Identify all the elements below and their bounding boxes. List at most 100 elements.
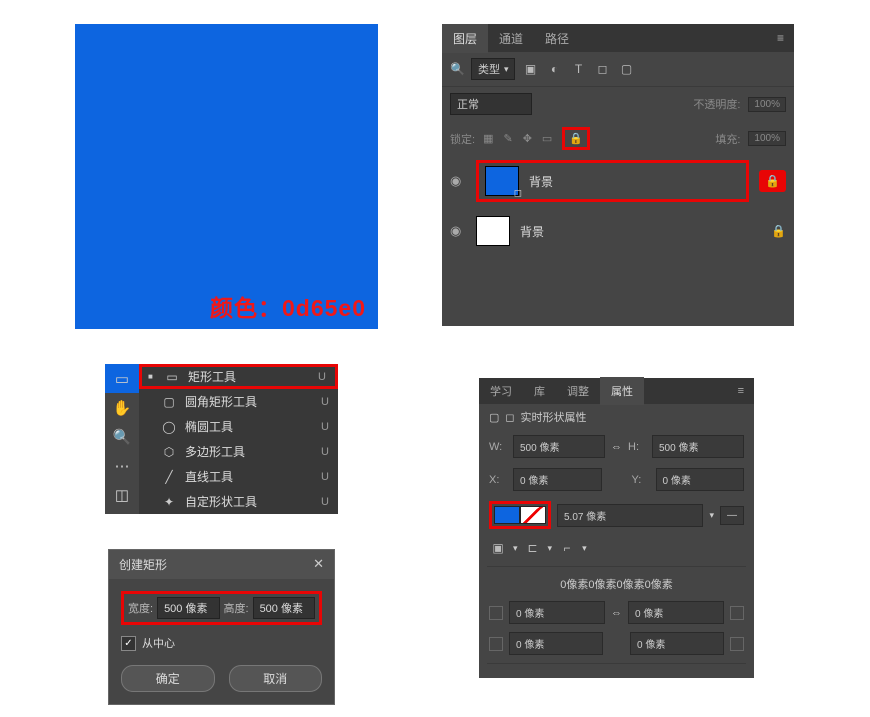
corner-br-input[interactable]: 0 像素 [630, 632, 724, 655]
filter-smart-icon[interactable]: ▢ [617, 60, 635, 78]
corner-br-checkbox[interactable] [730, 637, 744, 651]
rectangle-tool-slot[interactable]: ▭ [105, 364, 139, 393]
corner-bl-checkbox[interactable] [489, 637, 503, 651]
stroke-options-row: ▣ ▾ ⊏ ▾ ⌐ ▾ [479, 534, 754, 562]
properties-title: 实时形状属性 [521, 409, 587, 425]
visibility-icon[interactable]: ◉ [450, 173, 466, 189]
panel-tabs: 图层 通道 路径 ≡ [442, 24, 794, 52]
opacity-value[interactable]: 100% [748, 97, 786, 112]
corner-top-row: 0 像素 ⇔ 0 像素 [479, 597, 754, 628]
more-tools-slot[interactable]: ⋯ [105, 451, 139, 480]
rectangle-icon: ▭ [164, 370, 180, 384]
lock-all-icon[interactable]: 🔒 [562, 127, 590, 150]
cancel-button[interactable]: 取消 [229, 665, 323, 692]
y-input[interactable]: 0 像素 [656, 468, 745, 491]
corner-summary-row: 0像素0像素0像素0像素 [479, 571, 754, 597]
h-input[interactable]: 500 像素 [652, 435, 744, 458]
properties-title-row: ▢ ◻ 实时形状属性 [479, 404, 754, 430]
w-label: W: [489, 441, 507, 453]
from-center-label: 从中心 [142, 635, 175, 651]
filter-text-icon[interactable]: T [569, 60, 587, 78]
edit-toolbar-slot[interactable]: ◫ [105, 480, 139, 509]
fill-stroke-row: 5.07 像素 ▾ — [479, 496, 754, 534]
tool-rounded-rectangle[interactable]: ▢ 圆角矩形工具 U [139, 389, 338, 414]
size-row: W: 500 像素 ⇔ H: 500 像素 [479, 430, 754, 463]
properties-panel: 学习 库 调整 属性 ≡ ▢ ◻ 实时形状属性 W: 500 像素 ⇔ H: 5… [479, 378, 754, 678]
checkbox-icon[interactable]: ✓ [121, 636, 136, 651]
tool-key: U [318, 471, 332, 483]
x-input[interactable]: 0 像素 [513, 468, 602, 491]
tool-polygon[interactable]: ⬡ 多边形工具 U [139, 439, 338, 464]
lock-artboard-icon[interactable]: ▭ [542, 132, 552, 145]
blend-mode-select[interactable]: 正常 [450, 93, 532, 115]
lock-brush-icon[interactable]: ✎ [503, 132, 512, 145]
tool-line[interactable]: ╱ 直线工具 U [139, 464, 338, 489]
x-label: X: [489, 474, 507, 486]
panel-menu-icon[interactable]: ≡ [728, 385, 754, 397]
from-center-row[interactable]: ✓ 从中心 [121, 635, 322, 651]
tool-custom-shape[interactable]: ✦ 自定形状工具 U [139, 489, 338, 514]
ok-button[interactable]: 确定 [121, 665, 215, 692]
blend-mode-value: 正常 [457, 96, 479, 112]
link-wh-icon[interactable]: ⇔ [611, 441, 622, 453]
height-input[interactable]: 500 像素 [253, 597, 315, 619]
chevron-down-icon[interactable]: ▾ [709, 510, 714, 521]
fill-swatch[interactable] [494, 506, 520, 524]
corner-tl-input[interactable]: 0 像素 [509, 601, 605, 624]
filter-adjust-icon[interactable]: ◐ [545, 60, 563, 78]
zoom-tool-slot[interactable]: 🔍 [105, 422, 139, 451]
tab-channels[interactable]: 通道 [488, 24, 534, 53]
tool-column: ▭ ✋ 🔍 ⋯ ◫ [105, 364, 139, 514]
visibility-icon[interactable]: ◉ [450, 223, 466, 239]
tab-layers[interactable]: 图层 [442, 24, 488, 53]
tab-properties[interactable]: 属性 [600, 377, 644, 405]
tool-key: U [318, 396, 332, 408]
tab-paths[interactable]: 路径 [534, 24, 580, 53]
stroke-width-input[interactable]: 5.07 像素 [557, 504, 703, 527]
cap-icon[interactable]: ⊏ [524, 539, 542, 557]
tool-ellipse[interactable]: ◯ 椭圆工具 U [139, 414, 338, 439]
corner-bottom-row: 0 像素 0 像素 [479, 628, 754, 659]
corner-tr-checkbox[interactable] [730, 606, 744, 620]
tool-label: 圆角矩形工具 [185, 393, 310, 410]
fill-value[interactable]: 100% [748, 131, 786, 146]
tool-rectangle[interactable]: ■ ▭ 矩形工具 U [139, 364, 338, 389]
lock-pixels-icon[interactable]: ▦ [483, 132, 493, 145]
align-stroke-icon[interactable]: ▣ [489, 539, 507, 557]
corner-join-icon[interactable]: ⌐ [558, 539, 576, 557]
stroke-style-select[interactable]: — [720, 506, 744, 525]
corner-bl-input[interactable]: 0 像素 [509, 632, 603, 655]
shape-icon: ▢ [489, 411, 499, 424]
tool-key: U [315, 371, 329, 383]
tab-learn[interactable]: 学习 [479, 377, 523, 405]
tool-label: 矩形工具 [188, 368, 307, 385]
close-icon[interactable]: ✕ [313, 556, 324, 573]
layer-row[interactable]: ◉ 背景 🔒 [442, 156, 794, 206]
lock-icon[interactable]: 🔒 [765, 174, 780, 188]
lock-move-icon[interactable]: ✥ [523, 132, 532, 145]
blend-row: 正常 不透明度: 100% [442, 87, 794, 121]
w-input[interactable]: 500 像素 [513, 435, 605, 458]
layer-thumbnail [485, 166, 519, 196]
stroke-swatch[interactable] [520, 506, 546, 524]
tool-key: U [318, 446, 332, 458]
tool-label: 直线工具 [185, 468, 310, 485]
polygon-icon: ⬡ [161, 445, 177, 459]
filter-image-icon[interactable]: ▣ [521, 60, 539, 78]
tab-libraries[interactable]: 库 [523, 377, 556, 405]
corner-tl-checkbox[interactable] [489, 606, 503, 620]
y-label: Y: [632, 474, 650, 486]
panel-menu-icon[interactable]: ≡ [767, 31, 794, 45]
tab-adjustments[interactable]: 调整 [556, 377, 600, 405]
filter-type-select[interactable]: 类型 ▾ [471, 58, 516, 80]
filter-shape-icon[interactable]: ◻ [593, 60, 611, 78]
corner-tr-input[interactable]: 0 像素 [628, 601, 724, 624]
layer-thumbnail [476, 216, 510, 246]
hand-tool-slot[interactable]: ✋ [105, 393, 139, 422]
layer-row[interactable]: ◉ 背景 🔒 [442, 206, 794, 256]
link-corners-icon[interactable]: ⇔ [611, 607, 622, 619]
lock-icon[interactable]: 🔒 [771, 224, 786, 238]
canvas-color-label: 颜色：0d65e0 [210, 289, 366, 323]
active-dot-icon: ■ [148, 372, 156, 381]
width-input[interactable]: 500 像素 [157, 597, 219, 619]
